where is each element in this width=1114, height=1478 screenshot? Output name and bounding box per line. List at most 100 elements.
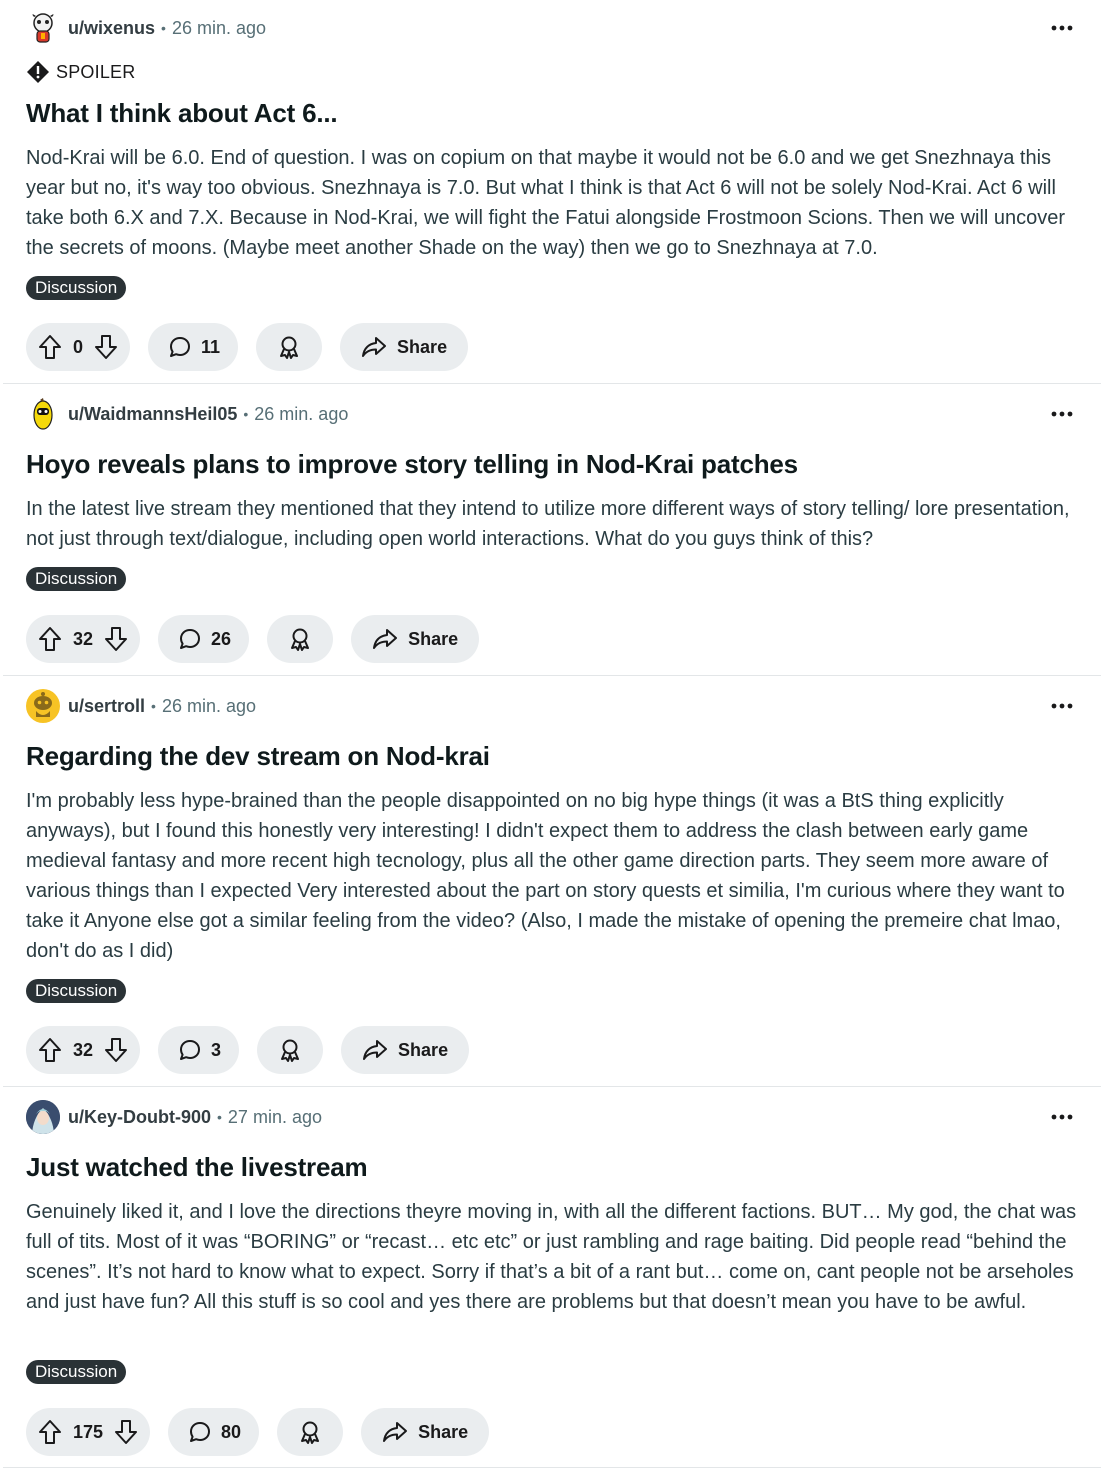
- award-button[interactable]: [267, 615, 334, 663]
- share-label: Share: [408, 628, 459, 649]
- username[interactable]: u/Key-Doubt-900: [68, 1107, 211, 1128]
- share-label: Share: [398, 1039, 449, 1060]
- post-meta: u/Key-Doubt-900 • 27 min. ago: [26, 1100, 322, 1134]
- comments-button[interactable]: 80: [168, 1408, 260, 1456]
- more-options-button[interactable]: [1046, 12, 1078, 44]
- downvote-icon[interactable]: [113, 1418, 139, 1446]
- upvote-icon[interactable]: [37, 625, 63, 653]
- more-dots-icon: [1051, 703, 1073, 709]
- comments-button[interactable]: 11: [148, 323, 239, 371]
- post-body: In the latest live stream they mentioned…: [26, 498, 1070, 550]
- post-time: 26 min. ago: [161, 695, 256, 716]
- snoo-avatar-icon: [34, 692, 52, 717]
- post-body: I'm probably less hype-brained than the …: [26, 790, 1065, 962]
- username[interactable]: u/WaidmannsHeil05: [68, 404, 237, 425]
- downvote-icon[interactable]: [103, 625, 129, 653]
- post-body: Genuinely liked it, and I love the direc…: [26, 1201, 1077, 1313]
- comment-count: 26: [211, 628, 232, 649]
- share-button[interactable]: Share: [341, 1026, 470, 1074]
- award-button[interactable]: [256, 323, 323, 371]
- character-avatar-icon: [26, 1100, 60, 1134]
- more-options-button[interactable]: [1046, 398, 1078, 430]
- post-card[interactable]: u/WaidmannsHeil05 • 26 min. ago Hoyo rev…: [0, 384, 1114, 675]
- spoiler-tag: SPOILER: [26, 60, 135, 84]
- more-dots-icon: [1051, 1114, 1073, 1120]
- more-dots-icon: [1051, 25, 1073, 31]
- share-icon: [361, 335, 387, 359]
- share-icon: [382, 1420, 408, 1444]
- upvote-icon[interactable]: [37, 1036, 63, 1064]
- post-card[interactable]: u/wixenus • 26 min. ago SPOILER What I t…: [0, 0, 1114, 383]
- more-dots-icon: [1051, 411, 1073, 417]
- post-actions: 32 3 Share: [26, 1026, 487, 1074]
- post-card[interactable]: u/sertroll • 26 min. ago Regarding the d…: [0, 676, 1114, 1086]
- avatar[interactable]: [26, 397, 60, 431]
- share-label: Share: [397, 336, 448, 357]
- share-button[interactable]: Share: [361, 1408, 490, 1456]
- comments-button[interactable]: 26: [158, 615, 250, 663]
- post-time: 27 min. ago: [227, 1106, 322, 1127]
- spoiler-label: SPOILER: [56, 61, 136, 82]
- post-flair[interactable]: Discussion: [26, 1360, 127, 1384]
- separator-dot: •: [217, 1109, 222, 1125]
- share-icon: [372, 627, 398, 651]
- avatar[interactable]: [26, 1100, 60, 1134]
- award-button[interactable]: [277, 1408, 344, 1456]
- downvote-icon[interactable]: [93, 333, 119, 361]
- post-time: 26 min. ago: [171, 17, 266, 38]
- vote-score: 175: [73, 1421, 104, 1442]
- award-icon: [277, 334, 301, 360]
- comment-icon: [188, 1420, 212, 1444]
- post-flair[interactable]: Discussion: [26, 276, 127, 300]
- share-icon: [362, 1038, 388, 1062]
- comment-count: 80: [221, 1421, 242, 1442]
- comment-icon: [168, 335, 192, 359]
- downvote-icon[interactable]: [103, 1036, 129, 1064]
- share-button[interactable]: Share: [351, 615, 480, 663]
- snoo-avatar-icon: [31, 13, 55, 43]
- post-actions: 32 26 Share: [26, 615, 497, 663]
- post-actions: 0 11 Share: [26, 323, 486, 371]
- comment-count: 11: [201, 336, 221, 357]
- upvote-icon[interactable]: [37, 1418, 63, 1446]
- award-icon: [288, 626, 312, 652]
- post-flair[interactable]: Discussion: [26, 979, 127, 1003]
- post-time: 26 min. ago: [254, 403, 349, 424]
- post-title[interactable]: Just watched the livestream: [26, 1150, 368, 1184]
- separator-dot: •: [161, 20, 166, 36]
- award-icon: [278, 1037, 302, 1063]
- separator-dot: •: [151, 698, 156, 714]
- vote-score: 32: [73, 628, 94, 649]
- vote-group: 32: [26, 1026, 141, 1074]
- spoiler-icon: [26, 60, 50, 84]
- post-meta: u/sertroll • 26 min. ago: [26, 689, 256, 723]
- username[interactable]: u/wixenus: [68, 18, 155, 39]
- vote-group: 175: [26, 1408, 151, 1456]
- post-actions: 175 80 Share: [26, 1408, 507, 1456]
- username[interactable]: u/sertroll: [68, 696, 145, 717]
- post-flair[interactable]: Discussion: [26, 567, 127, 591]
- comment-icon: [178, 627, 202, 651]
- post-title[interactable]: Regarding the dev stream on Nod-krai: [26, 739, 490, 773]
- more-options-button[interactable]: [1046, 690, 1078, 722]
- share-button[interactable]: Share: [340, 323, 469, 371]
- comment-icon: [178, 1038, 202, 1062]
- post-title[interactable]: Hoyo reveals plans to improve story tell…: [26, 447, 798, 481]
- vote-group: 0: [26, 323, 131, 371]
- share-label: Share: [418, 1421, 469, 1442]
- post-card[interactable]: u/Key-Doubt-900 • 27 min. ago Just watch…: [0, 1087, 1114, 1467]
- award-icon: [298, 1419, 322, 1445]
- post-body: Nod-Krai will be 6.0. End of question. I…: [26, 147, 1066, 259]
- comments-button[interactable]: 3: [158, 1026, 240, 1074]
- more-options-button[interactable]: [1046, 1101, 1078, 1133]
- vote-score: 32: [73, 1039, 94, 1060]
- avatar[interactable]: [26, 689, 60, 723]
- post-meta: u/wixenus • 26 min. ago: [26, 11, 266, 45]
- post-title[interactable]: What I think about Act 6...: [26, 96, 338, 130]
- vote-score: 0: [73, 336, 84, 357]
- separator-dot: •: [243, 406, 249, 422]
- avatar[interactable]: [26, 11, 60, 45]
- banana-avatar-icon: [33, 398, 53, 430]
- upvote-icon[interactable]: [37, 333, 63, 361]
- award-button[interactable]: [257, 1026, 324, 1074]
